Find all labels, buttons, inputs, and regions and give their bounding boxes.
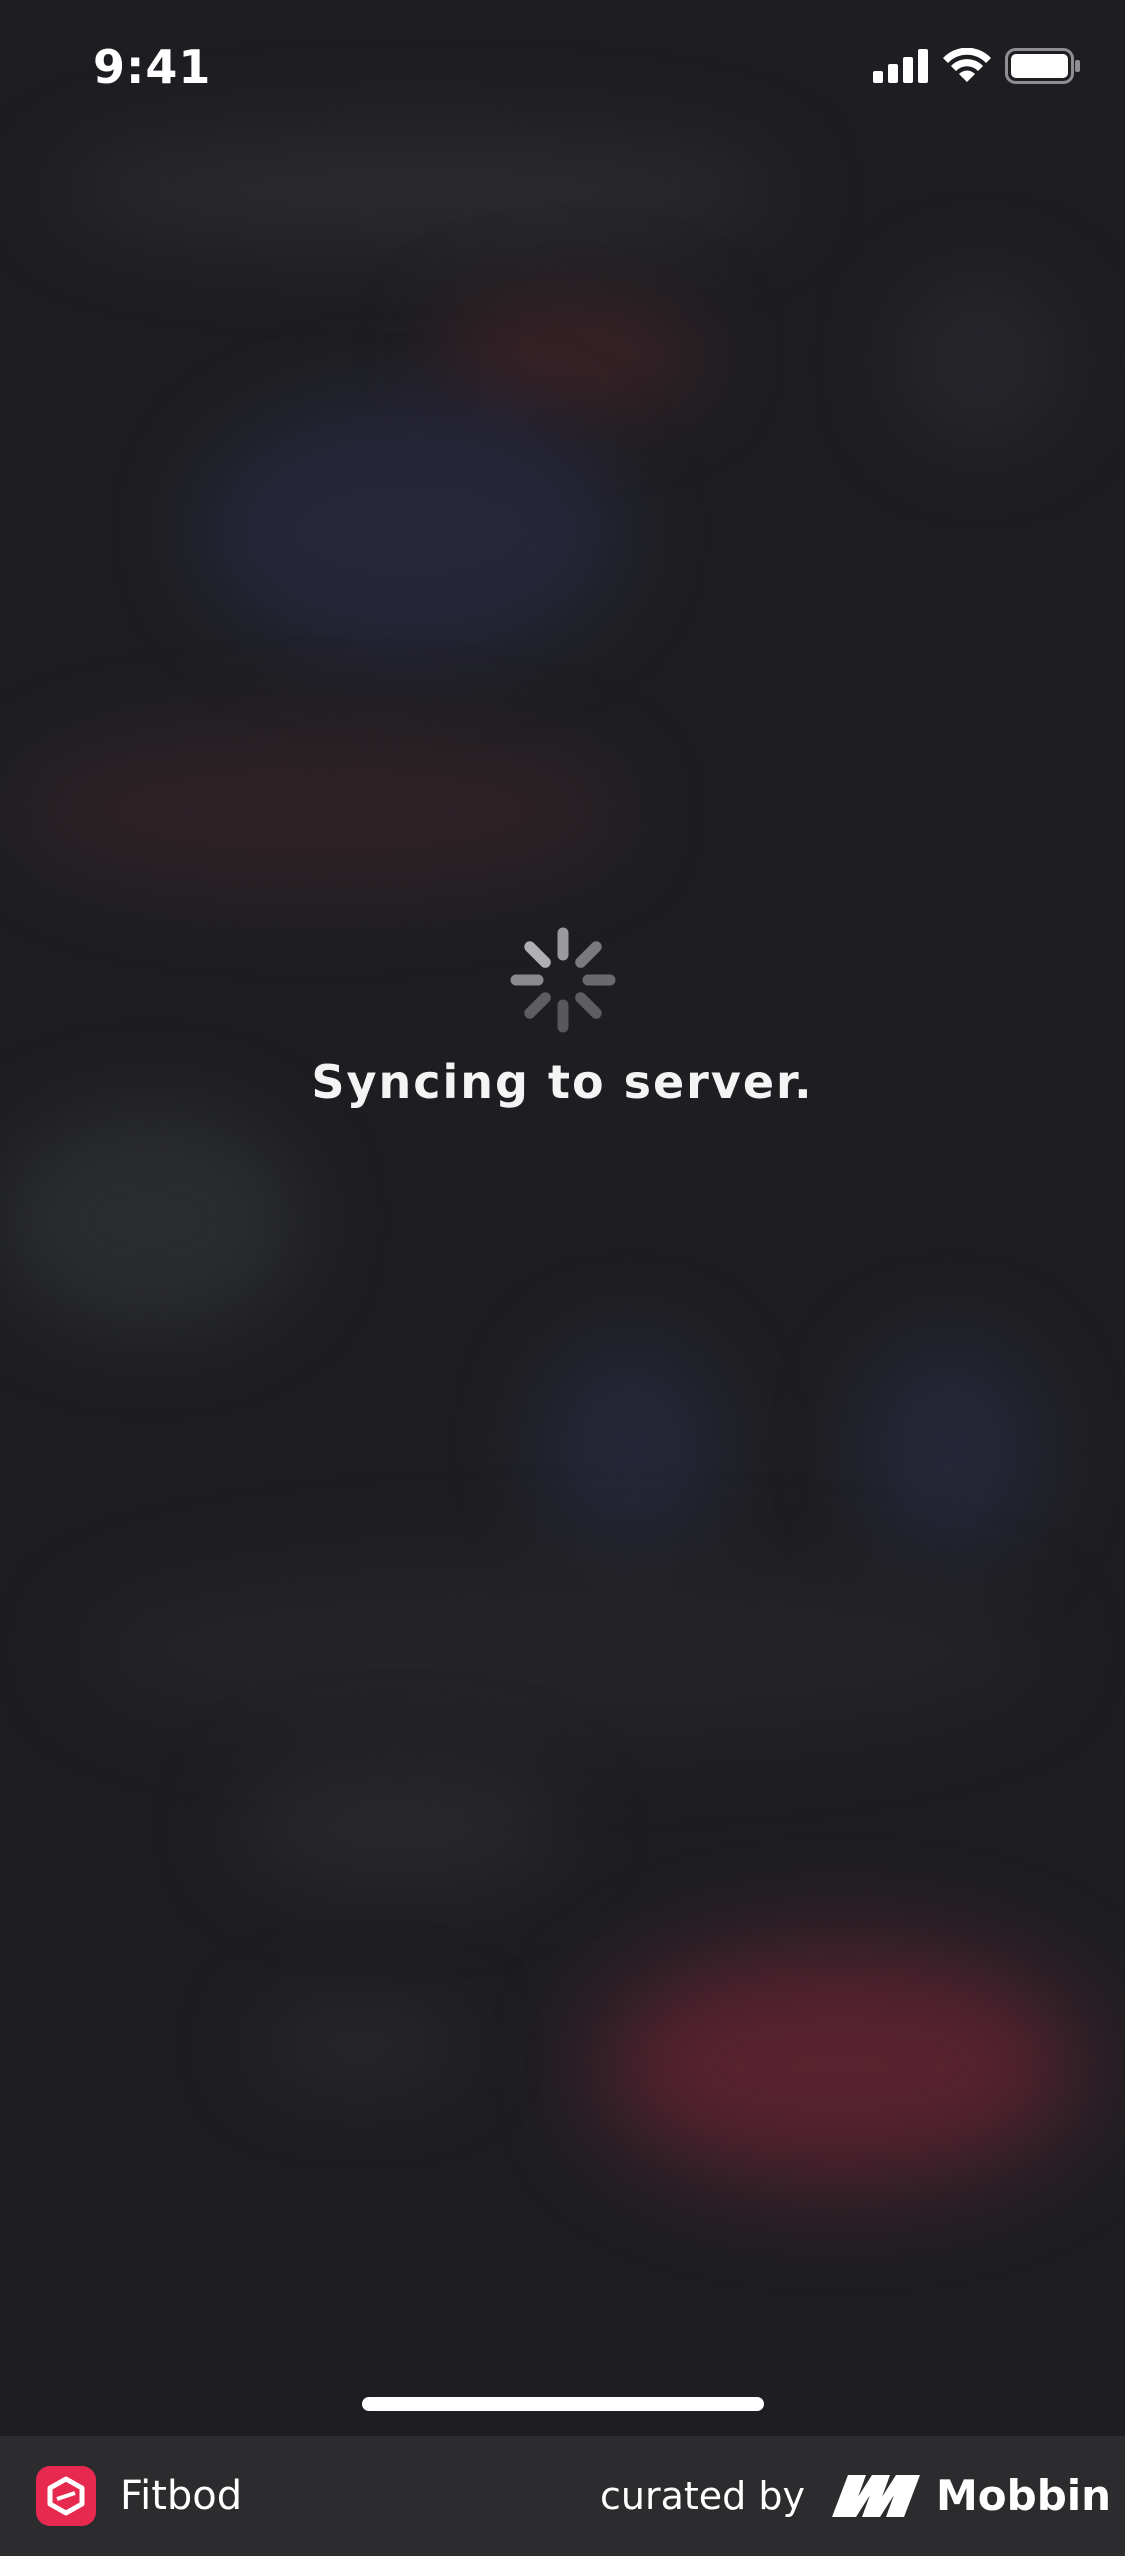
battery-icon xyxy=(1005,48,1080,84)
status-icons xyxy=(873,48,1081,84)
wifi-icon xyxy=(943,48,991,82)
cellular-signal-icon xyxy=(873,49,928,83)
status-time: 9:41 xyxy=(93,40,212,94)
mobbin-brand: Mobbin xyxy=(832,2466,1111,2526)
sync-status-message: Syncing to server. xyxy=(311,1055,814,1109)
mobbin-logo-icon xyxy=(832,2475,920,2517)
activity-spinner-icon xyxy=(510,927,615,1033)
curated-by-label: curated by xyxy=(600,2474,805,2518)
home-indicator[interactable] xyxy=(362,2397,764,2411)
brand-name: Mobbin xyxy=(936,2471,1112,2520)
fitbod-logo-icon xyxy=(36,2466,96,2526)
status-bar: 9:41 xyxy=(0,0,1125,140)
app-name: Fitbod xyxy=(120,2473,243,2519)
blurred-background xyxy=(0,0,1125,2556)
attribution-footer: Fitbod curated by Mobbin xyxy=(0,2436,1125,2556)
